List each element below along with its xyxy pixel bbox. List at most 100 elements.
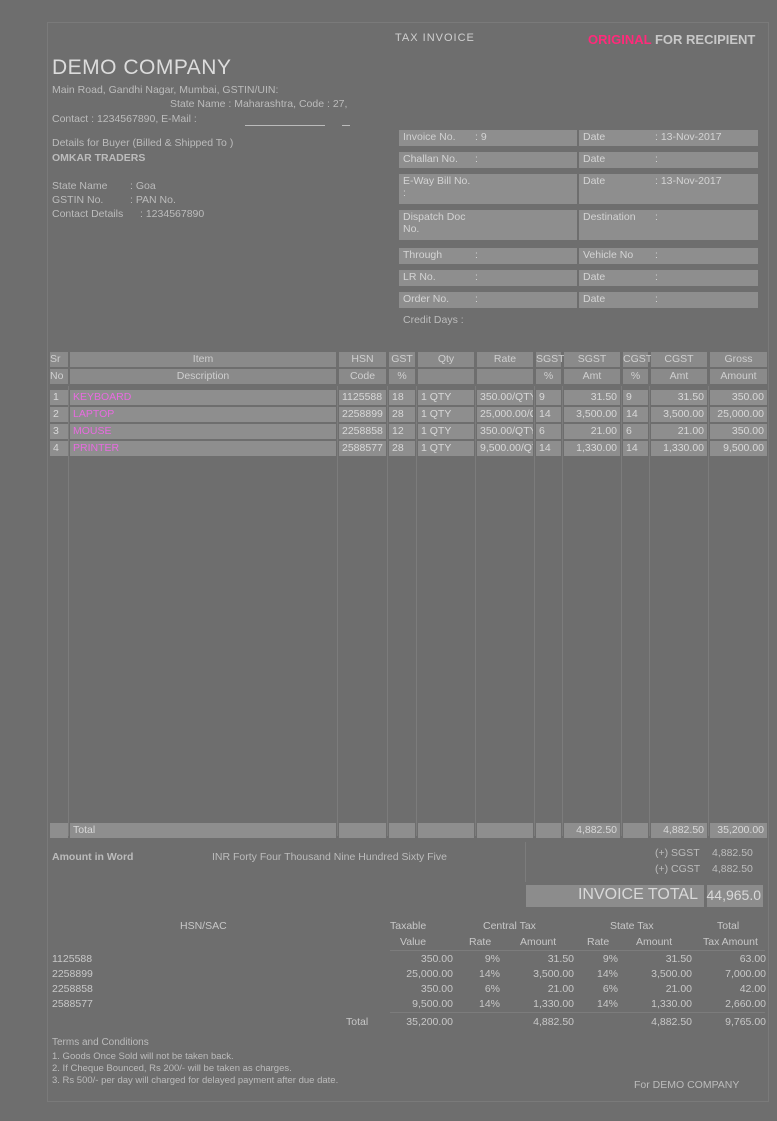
- item-gross-cell: 350.00: [710, 424, 767, 439]
- total-row-cell: [50, 823, 68, 838]
- hsn-hsn-cell: 1125588: [52, 953, 93, 965]
- meta-date-label: Date: [583, 293, 606, 305]
- item-qty-cell: 1 QTY: [418, 424, 474, 439]
- item-sr-cell: 2: [50, 407, 68, 422]
- central-amount-header: Amount: [520, 936, 557, 948]
- item-cgst-pct-cell: 6: [623, 424, 648, 439]
- header-cgst-amt: Amt: [651, 369, 707, 384]
- hsn-s-rate-cell: 6%: [602, 983, 618, 995]
- header-cgst-pct: CGST: [623, 352, 653, 367]
- item-cgst-pct-cell: 14: [623, 407, 648, 422]
- item-cgst-amt-cell: 1,330.00: [651, 441, 707, 456]
- seller-state: State Name : Maharashtra, Code : 27,: [170, 98, 348, 110]
- buyer-state-value: : Goa: [130, 180, 156, 192]
- meta-value: :: [403, 187, 406, 199]
- item-hsn-cell: 2258899: [339, 407, 386, 422]
- hsn-s-rate-cell: 9%: [602, 953, 618, 965]
- meta-label: Challan No.: [403, 153, 458, 165]
- header-gross: Gross: [710, 352, 767, 367]
- hsn-taxable-cell: 9,500.00: [412, 998, 453, 1010]
- meta-label: Dispatch Doc No.: [403, 211, 466, 235]
- item-rate-cell: 350.00/QTY: [477, 390, 533, 405]
- hsn-c-amt-cell: 21.00: [547, 983, 574, 995]
- seller-contact: Contact : 1234567890, E-Mail :: [52, 113, 197, 125]
- meta-date-value: : 13-Nov-2017: [655, 131, 722, 143]
- sgst-summary-label: (+) SGST: [655, 847, 700, 859]
- header-rate: Rate: [477, 352, 533, 367]
- amount-words-value: INR Forty Four Thousand Nine Hundred Six…: [212, 851, 447, 863]
- total-label: Total: [70, 823, 336, 838]
- column-divider: [708, 386, 709, 836]
- buyer-name: OMKAR TRADERS: [52, 152, 146, 164]
- item-sgst-amt-cell: 1,330.00: [564, 441, 620, 456]
- item-sr-cell: 4: [50, 441, 68, 456]
- header-sgst-amt: Amt: [564, 369, 620, 384]
- item-hsn-cell: 1125588: [339, 390, 386, 405]
- hsn-s-amt-cell: 3,500.00: [651, 968, 692, 980]
- meta-value: :: [475, 271, 478, 283]
- buyer-contact-label: Contact Details: [52, 208, 124, 220]
- state-amount-header: Amount: [636, 936, 673, 948]
- underline: [342, 125, 350, 126]
- hsn-hsn-cell: 2258858: [52, 983, 93, 995]
- meta-date-value: :: [655, 271, 658, 283]
- hsn-s-amt-cell: 31.50: [665, 953, 692, 965]
- seller-name: DEMO COMPANY: [52, 56, 232, 79]
- column-divider: [649, 386, 650, 836]
- item-item-cell: LAPTOP: [70, 407, 336, 422]
- item-sr-cell: 1: [50, 390, 68, 405]
- sgst-summary-value: 4,882.50: [712, 847, 753, 859]
- header-qty: Qty: [418, 352, 474, 367]
- header-item: Description: [70, 369, 336, 384]
- item-sgst-pct-cell: 6: [536, 424, 561, 439]
- seller-address: Main Road, Gandhi Nagar, Mumbai, GSTIN/U…: [52, 84, 279, 96]
- meta-date-label: Date: [583, 131, 606, 143]
- hsn-total-tax: 9,765.00: [725, 1016, 766, 1028]
- hsn-total-central: 4,882.50: [533, 1016, 574, 1028]
- item-gst-cell: 12: [389, 424, 415, 439]
- total-tax-amount-header: Tax Amount: [703, 936, 758, 948]
- total-row-cell: [477, 823, 533, 838]
- buyer-gstin-label: GSTIN No.: [52, 194, 104, 206]
- eway-bill-field: E-Way Bill No. :: [399, 174, 577, 204]
- central-rate-header: Rate: [469, 936, 492, 948]
- destination-field: Destination :: [579, 210, 758, 240]
- column-divider: [337, 386, 338, 836]
- item-sgst-amt-cell: 31.50: [564, 390, 620, 405]
- terms-line: 2. If Cheque Bounced, Rs 200/- will be t…: [52, 1063, 292, 1074]
- item-sr-cell: 3: [50, 424, 68, 439]
- meta-date-value: :: [655, 249, 658, 261]
- item-rate-cell: 350.00/QTY: [477, 424, 533, 439]
- header-gst: %: [389, 369, 415, 384]
- buyer-contact-value: : 1234567890: [140, 208, 205, 220]
- lr-no-field: LR No. :: [399, 270, 577, 286]
- vehicle-no-field: Vehicle No :: [579, 248, 758, 264]
- header-rate: [477, 369, 533, 384]
- meta-date-value: :: [655, 211, 658, 223]
- column-divider: [621, 386, 622, 836]
- state-rate-header: Rate: [587, 936, 610, 948]
- hsn-c-rate-cell: 14%: [478, 968, 500, 980]
- document-title: TAX INVOICE: [395, 32, 475, 44]
- cgst-summary-label: (+) CGST: [655, 863, 701, 875]
- divider: [390, 1012, 765, 1013]
- copy-label: ORIGINAL FOR RECIPIENT: [588, 32, 755, 47]
- meta-date-value: : 13-Nov-2017: [655, 175, 722, 187]
- item-gst-cell: 18: [389, 390, 415, 405]
- invoice-total-value-box: 44,965.0: [707, 885, 763, 907]
- header-cgst-amt: CGST: [651, 352, 707, 367]
- order-date-field: Date :: [579, 292, 758, 308]
- through-field: Through :: [399, 248, 577, 264]
- header-sgst-pct: %: [536, 369, 561, 384]
- hsn-total-cell: 42.00: [739, 983, 766, 995]
- meta-value: :: [475, 153, 478, 165]
- column-divider: [416, 386, 417, 836]
- total-row-cell: [536, 823, 561, 838]
- total-cgst: 4,882.50: [651, 823, 707, 838]
- divider: [525, 842, 526, 882]
- meta-label: Order No.: [403, 293, 450, 305]
- challan-date-field: Date :: [579, 152, 758, 168]
- buyer-gstin-value: : PAN No.: [130, 194, 176, 206]
- meta-value: :: [475, 293, 478, 305]
- hsn-taxable-cell: 350.00: [420, 953, 453, 965]
